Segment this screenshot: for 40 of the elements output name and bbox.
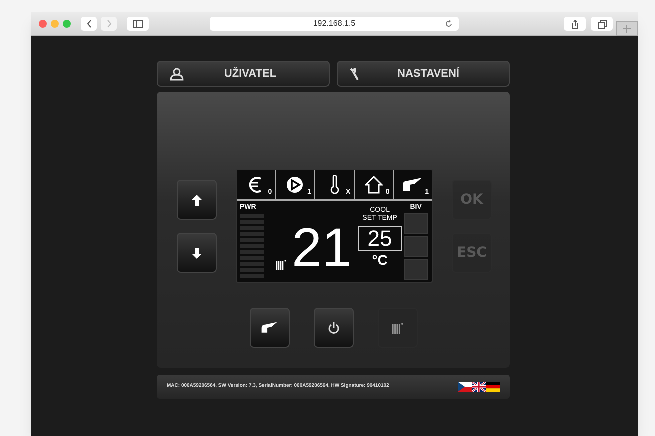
unit-label: °C <box>372 252 388 268</box>
set-temperature: 25 <box>358 226 402 251</box>
down-button[interactable] <box>177 233 217 273</box>
user-icon <box>170 68 184 80</box>
sidebar-button[interactable] <box>127 16 149 30</box>
sidebar-icon <box>133 20 143 28</box>
uk-flag-icon[interactable] <box>472 382 486 392</box>
tabs-button[interactable] <box>591 17 613 31</box>
biv-boxes-drawing <box>404 213 428 280</box>
address-bar[interactable]: 192.168.1.5 <box>210 17 459 31</box>
german-flag-icon[interactable] <box>486 382 500 392</box>
tap-icon <box>402 178 424 192</box>
euro-icon <box>248 176 264 194</box>
nav-button[interactable]: UŽIVATEL <box>157 61 330 87</box>
mode-button[interactable] <box>250 308 290 348</box>
wrench-icon <box>350 68 360 80</box>
current-temperature: 21 <box>292 222 352 274</box>
chevron-left-icon <box>86 20 92 28</box>
play-circle-icon <box>286 176 304 194</box>
radiator-icon <box>276 260 287 270</box>
czech-flag-icon[interactable] <box>458 382 472 392</box>
tabs-icon <box>598 20 606 28</box>
radiator-icon <box>392 322 404 334</box>
power-button[interactable] <box>314 308 354 348</box>
power-bars-drawing <box>240 214 264 278</box>
url-text: 192.168.1.5 <box>313 18 356 30</box>
reload-icon[interactable] <box>445 20 453 28</box>
share-icon <box>572 20 578 28</box>
chevron-right-icon <box>106 20 112 28</box>
nav-button[interactable]: NASTAVENÍ <box>337 61 510 87</box>
back-button[interactable] <box>81 16 97 30</box>
thermometer-icon <box>330 174 340 194</box>
tap-icon <box>261 322 279 334</box>
arrow-down-icon <box>192 248 202 258</box>
share-button[interactable] <box>564 17 586 31</box>
power-icon <box>328 322 340 334</box>
arrow-up-icon <box>192 194 202 206</box>
house-icon <box>364 176 383 194</box>
up-button[interactable] <box>177 180 217 220</box>
plus-icon <box>623 24 631 32</box>
